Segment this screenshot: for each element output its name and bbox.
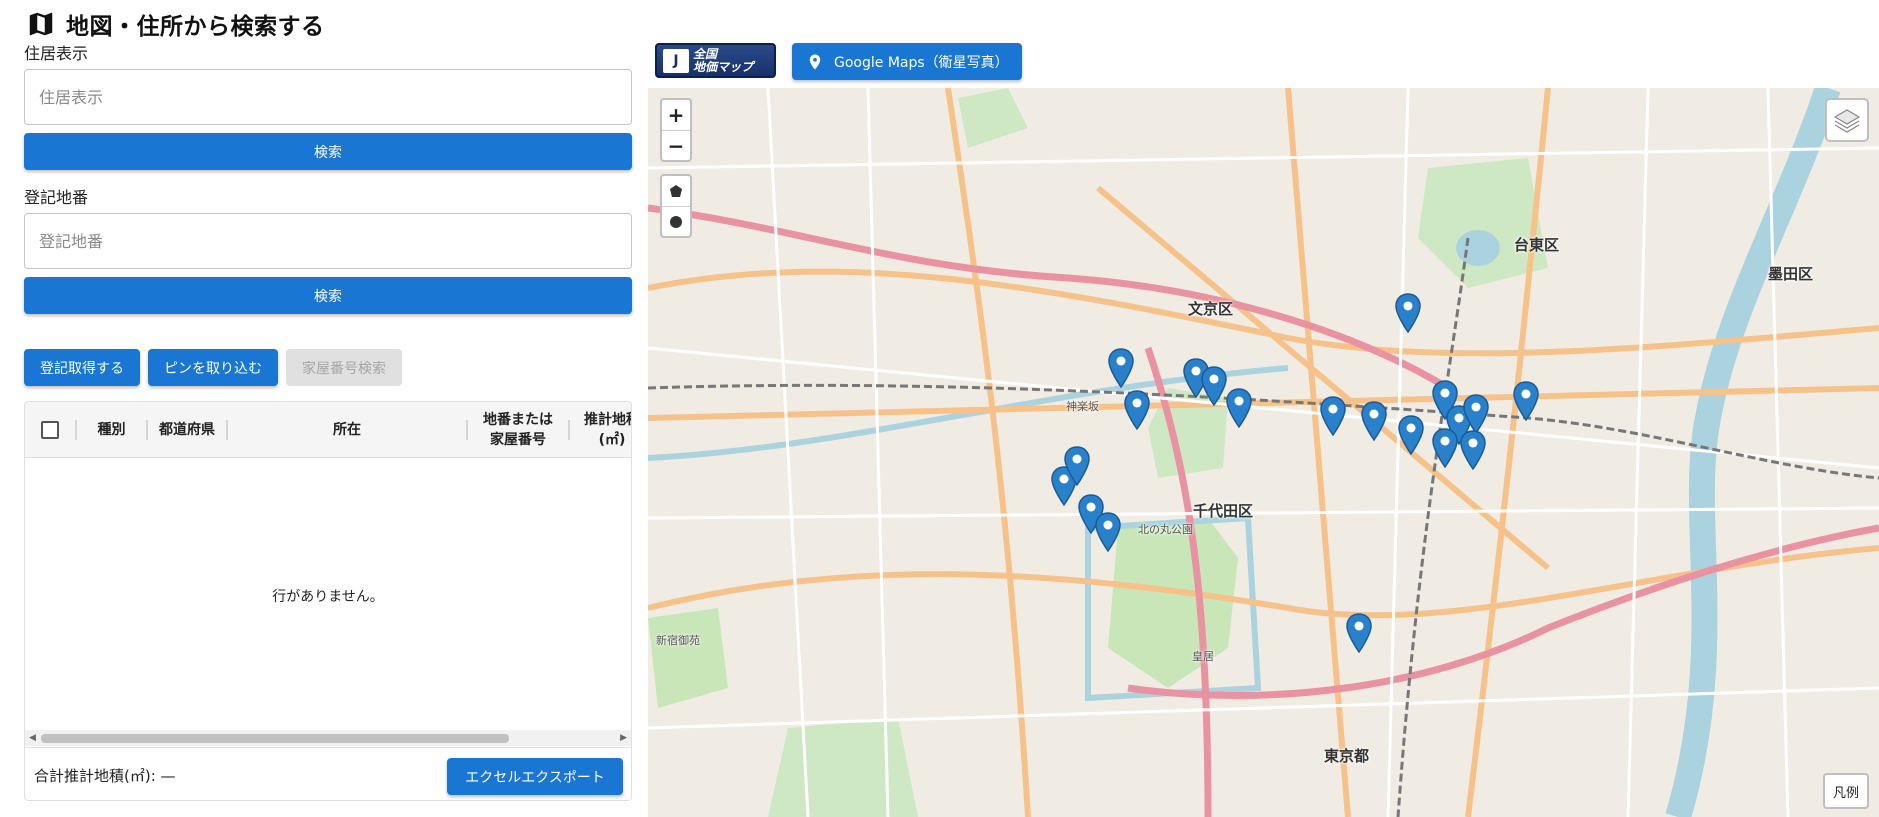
address-input[interactable]: [24, 69, 632, 125]
map-pin-marker[interactable]: [1108, 348, 1134, 389]
circle-icon: [670, 215, 682, 228]
scroll-right-icon[interactable]: ▶: [620, 733, 627, 743]
map-pin-marker[interactable]: [1095, 512, 1121, 553]
grid-header: 種別 都道府県 所在 地番または 家屋番号 推計地積 (㎡): [25, 402, 631, 458]
map-pin-marker[interactable]: [1124, 390, 1150, 431]
house-number-search-button: 家屋番号検索: [286, 349, 402, 386]
map-pin-marker[interactable]: [1513, 381, 1539, 422]
map-label-kitanomaru: 北の丸公園: [1138, 523, 1193, 536]
page-title: 地図・住所から検索する: [66, 14, 325, 40]
action-bar: 登記取得する ピンを取り込む 家屋番号検索: [24, 349, 402, 386]
layers-icon: [1833, 109, 1861, 133]
land-price-map-logo[interactable]: J 全国 地価マップ: [655, 43, 776, 78]
grid-footer: 合計推計地積(㎡): — エクセルエクスポート: [25, 747, 631, 800]
map-pin-marker[interactable]: [1201, 366, 1227, 407]
column-header-lot-number[interactable]: 地番または 家屋番号: [468, 402, 568, 458]
zoom-in-button[interactable]: +: [662, 100, 690, 130]
results-grid: 種別 都道府県 所在 地番または 家屋番号 推計地積 (㎡) 行がありません。 …: [24, 401, 632, 801]
map-pin-marker[interactable]: [1226, 388, 1252, 429]
import-pins-button[interactable]: ピンを取り込む: [148, 349, 278, 386]
address-search-button[interactable]: 検索: [24, 133, 632, 170]
select-all-checkbox[interactable]: [41, 421, 59, 439]
logo-line1: 全国: [693, 46, 718, 61]
pond: [1456, 230, 1500, 266]
address-label: 住居表示: [24, 44, 89, 63]
map-pin-marker[interactable]: [1463, 394, 1489, 435]
total-area-label: 合計推計地積(㎡): —: [34, 767, 176, 785]
horizontal-scrollbar[interactable]: ◀ ▶: [25, 730, 631, 746]
google-maps-button[interactable]: Google Maps（衛星写真）: [792, 43, 1022, 80]
map-label-sumida: 墨田区: [1768, 265, 1814, 283]
polygon-icon: [670, 185, 682, 197]
logo-mark-icon: J: [663, 48, 689, 73]
map-pin-marker[interactable]: [1432, 428, 1458, 469]
column-header-estimated-area[interactable]: 推計地積 (㎡): [570, 402, 631, 458]
draw-circle-button[interactable]: [662, 206, 690, 236]
column-header-prefecture[interactable]: 都道府県: [148, 402, 226, 458]
legend-button[interactable]: 凡例: [1823, 773, 1869, 809]
logo-line2: 地価マップ: [693, 59, 754, 74]
map-label-kagurazaka: 神楽坂: [1066, 400, 1099, 413]
empty-message: 行がありません。: [272, 589, 384, 605]
parcel-input[interactable]: [24, 213, 632, 269]
parcel-search-button[interactable]: 検索: [24, 277, 632, 314]
search-panel: 住居表示 検索 登記地番 検索: [24, 42, 632, 314]
map-label-tokyo: 東京都: [1324, 747, 1370, 765]
map-pin-marker[interactable]: [1460, 430, 1486, 471]
scroll-left-icon[interactable]: ◀: [29, 733, 36, 743]
map-pin-marker[interactable]: [1346, 613, 1372, 654]
google-maps-label: Google Maps（衛星写真）: [834, 54, 1009, 71]
draw-polygon-button[interactable]: [662, 176, 690, 206]
zoom-out-button[interactable]: −: [662, 130, 690, 160]
map-label-taito: 台東区: [1514, 236, 1560, 254]
map-label-bunkyo: 文京区: [1188, 300, 1234, 318]
map-pin-marker[interactable]: [1320, 396, 1346, 437]
map-label-palace: 皇居: [1192, 650, 1214, 663]
scrollbar-thumb[interactable]: [41, 734, 509, 743]
map-pin-marker[interactable]: [1064, 446, 1090, 487]
map-pin-marker[interactable]: [1395, 293, 1421, 334]
map-tiles: [648, 88, 1879, 817]
layers-button[interactable]: [1825, 98, 1869, 142]
column-header-location[interactable]: 所在: [228, 402, 466, 458]
map-label-shinjuku-gyoen: 新宿御苑: [656, 634, 700, 647]
park-area: [768, 718, 918, 817]
get-registry-button[interactable]: 登記取得する: [24, 349, 140, 386]
map-icon: [29, 12, 53, 36]
select-all-cell: [25, 402, 75, 458]
zoom-control: + −: [660, 98, 692, 162]
page-header: 地図・住所から検索する: [26, 8, 325, 40]
column-header-type[interactable]: 種別: [77, 402, 146, 458]
draw-toolbar: [660, 174, 692, 238]
parcel-label: 登記地番: [24, 188, 89, 207]
map-view[interactable]: 文京区 千代田区 台東区 墨田区 東京都 皇居 神楽坂 北の丸公園 新宿御苑 +…: [648, 88, 1879, 817]
location-pin-icon: [809, 54, 821, 69]
map-pin-marker[interactable]: [1398, 415, 1424, 456]
map-label-chiyoda: 千代田区: [1193, 502, 1254, 520]
map-pin-marker[interactable]: [1361, 401, 1387, 442]
excel-export-button[interactable]: エクセルエクスポート: [447, 758, 623, 795]
